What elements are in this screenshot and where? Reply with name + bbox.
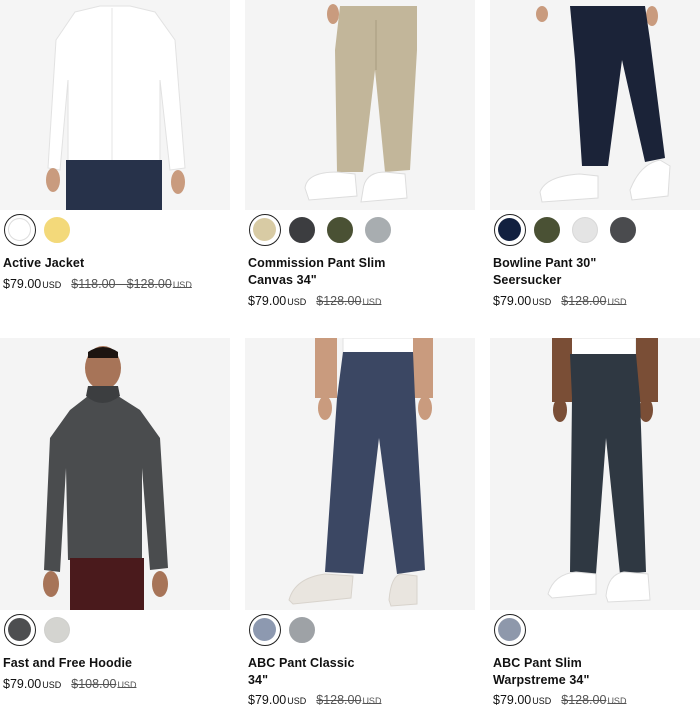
color-swatch-selected[interactable] xyxy=(249,214,281,246)
color-swatch[interactable] xyxy=(289,217,315,243)
product-card[interactable]: ABC Pant Classic 34" $79.00USD $128.00USD xyxy=(245,338,475,708)
currency-label: USD xyxy=(532,696,552,706)
product-image[interactable] xyxy=(245,338,475,610)
color-swatch-selected[interactable] xyxy=(494,214,526,246)
color-swatches xyxy=(245,614,475,648)
product-price: $79.00USD $128.00USD xyxy=(493,294,626,308)
color-swatches xyxy=(490,614,700,648)
sale-price: $79.00 xyxy=(3,677,42,691)
product-card[interactable]: ABC Pant Slim Warpstreme 34" $79.00USD $1… xyxy=(490,338,700,708)
sale-price: $79.00 xyxy=(493,294,532,308)
currency-label: USD xyxy=(532,297,552,307)
product-image[interactable] xyxy=(490,0,700,210)
swatch-color xyxy=(8,618,31,641)
product-name[interactable]: ABC Pant Classic 34" xyxy=(248,655,355,689)
original-price: $128.00USD xyxy=(561,294,627,308)
original-price: $108.00USD xyxy=(71,677,137,691)
product-image[interactable] xyxy=(0,338,230,610)
product-image[interactable] xyxy=(490,338,700,610)
color-swatch[interactable] xyxy=(289,617,315,643)
original-price: $128.00USD xyxy=(316,294,382,308)
product-card[interactable]: Commission Pant Slim Canvas 34" $79.00US… xyxy=(245,0,475,308)
color-swatch[interactable] xyxy=(534,217,560,243)
product-price: $79.00USD $128.00USD xyxy=(248,294,381,308)
currency-label: USD xyxy=(42,680,62,690)
color-swatch-selected[interactable] xyxy=(249,614,281,646)
currency-label: USD xyxy=(42,280,62,290)
original-price: $118.00 - $128.00USD xyxy=(71,277,192,291)
original-price: $128.00USD xyxy=(561,693,627,707)
product-name[interactable]: Active Jacket xyxy=(3,255,84,272)
product-name[interactable]: Commission Pant Slim Canvas 34" xyxy=(248,255,385,289)
color-swatches xyxy=(0,614,230,648)
color-swatches xyxy=(0,214,230,248)
product-card[interactable]: Fast and Free Hoodie $79.00USD $108.00USD xyxy=(0,338,230,708)
original-price: $128.00USD xyxy=(316,693,382,707)
product-name[interactable]: Bowline Pant 30" Seersucker xyxy=(493,255,596,289)
color-swatch[interactable] xyxy=(44,617,70,643)
color-swatch[interactable] xyxy=(572,217,598,243)
sale-price: $79.00 xyxy=(3,277,42,291)
swatch-color xyxy=(253,218,276,241)
swatch-color xyxy=(498,618,521,641)
swatch-color xyxy=(8,218,31,241)
product-card[interactable]: Active Jacket $79.00USD $118.00 - $128.00… xyxy=(0,0,230,300)
color-swatch-selected[interactable] xyxy=(494,614,526,646)
product-price: $79.00USD $118.00 - $128.00USD xyxy=(3,277,192,291)
currency-label: USD xyxy=(287,696,307,706)
color-swatch[interactable] xyxy=(365,217,391,243)
product-name[interactable]: Fast and Free Hoodie xyxy=(3,655,132,672)
product-card[interactable]: Bowline Pant 30" Seersucker $79.00USD $12… xyxy=(490,0,700,308)
swatch-color xyxy=(253,618,276,641)
color-swatch-selected[interactable] xyxy=(4,214,36,246)
sale-price: $79.00 xyxy=(493,693,532,707)
sale-price: $79.00 xyxy=(248,693,287,707)
color-swatch[interactable] xyxy=(327,217,353,243)
product-image[interactable] xyxy=(0,0,230,210)
color-swatch[interactable] xyxy=(44,217,70,243)
color-swatch[interactable] xyxy=(610,217,636,243)
color-swatches xyxy=(490,214,700,248)
swatch-color xyxy=(498,218,521,241)
product-price: $79.00USD $108.00USD xyxy=(3,677,136,691)
color-swatch-selected[interactable] xyxy=(4,614,36,646)
currency-label: USD xyxy=(287,297,307,307)
product-price: $79.00USD $128.00USD xyxy=(248,693,381,707)
product-image[interactable] xyxy=(245,0,475,210)
product-name[interactable]: ABC Pant Slim Warpstreme 34" xyxy=(493,655,590,689)
color-swatches xyxy=(245,214,475,248)
sale-price: $79.00 xyxy=(248,294,287,308)
product-price: $79.00USD $128.00USD xyxy=(493,693,626,707)
